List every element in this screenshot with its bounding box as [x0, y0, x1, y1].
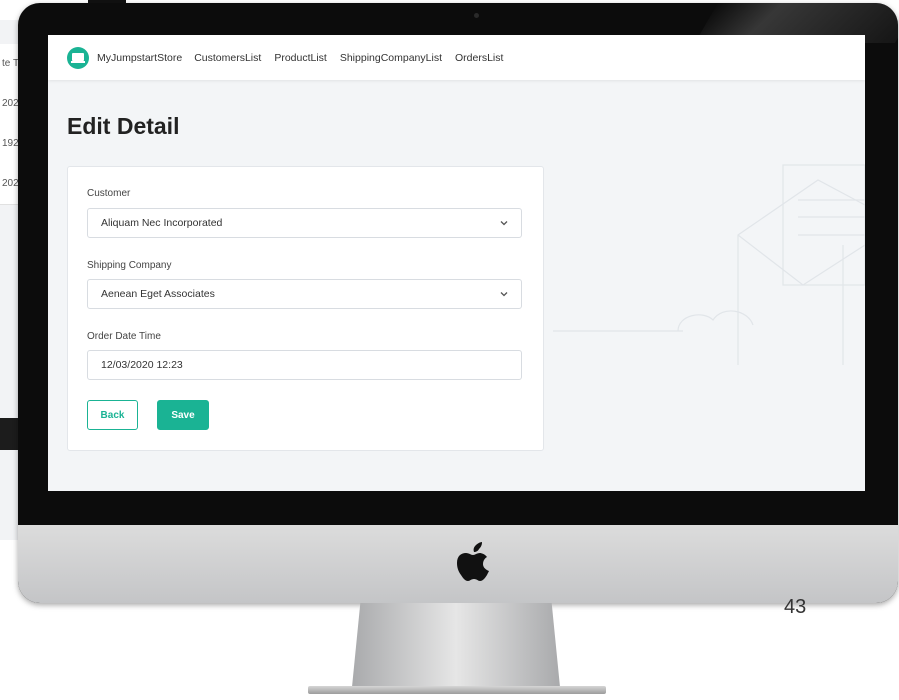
customer-select[interactable]: Aliquam Nec Incorporated — [87, 208, 522, 238]
camera-icon — [474, 13, 479, 18]
shipping-company-select[interactable]: Aenean Eget Associates — [87, 279, 522, 309]
page-title: Edit Detail — [67, 113, 180, 139]
brand-link[interactable]: MyJumpstartStore — [97, 52, 182, 64]
save-button[interactable]: Save — [157, 400, 209, 430]
nav-product-list[interactable]: ProductList — [274, 52, 327, 64]
envelope-illustration — [553, 164, 865, 365]
shipping-company-label: Shipping Company — [87, 260, 172, 271]
app-screen: MyJumpstartStore CustomersList ProductLi… — [48, 35, 865, 491]
nav-shipping-company-list[interactable]: ShippingCompanyList — [340, 52, 442, 64]
order-date-time-label: Order Date Time — [87, 331, 161, 342]
shipping-company-select-value: Aenean Eget Associates — [101, 288, 215, 300]
nav-orders-list[interactable]: OrdersList — [455, 52, 503, 64]
apple-logo-icon — [457, 542, 489, 581]
monitor-stand — [352, 603, 560, 687]
navbar: MyJumpstartStore CustomersList ProductLi… — [48, 35, 865, 80]
laptop-icon[interactable] — [67, 46, 89, 69]
back-button[interactable]: Back — [87, 400, 138, 430]
customer-select-value: Aliquam Nec Incorporated — [101, 217, 223, 229]
chevron-down-icon — [500, 221, 508, 226]
slide-page-number: 43 — [784, 596, 807, 618]
monitor-stand-base — [308, 686, 606, 694]
order-date-time-input[interactable] — [87, 350, 522, 380]
nav-customers-list[interactable]: CustomersList — [194, 52, 261, 64]
chevron-down-icon — [500, 292, 508, 297]
edit-form-card: Customer Aliquam Nec Incorporated Shippi… — [67, 166, 544, 451]
customer-label: Customer — [87, 188, 131, 199]
